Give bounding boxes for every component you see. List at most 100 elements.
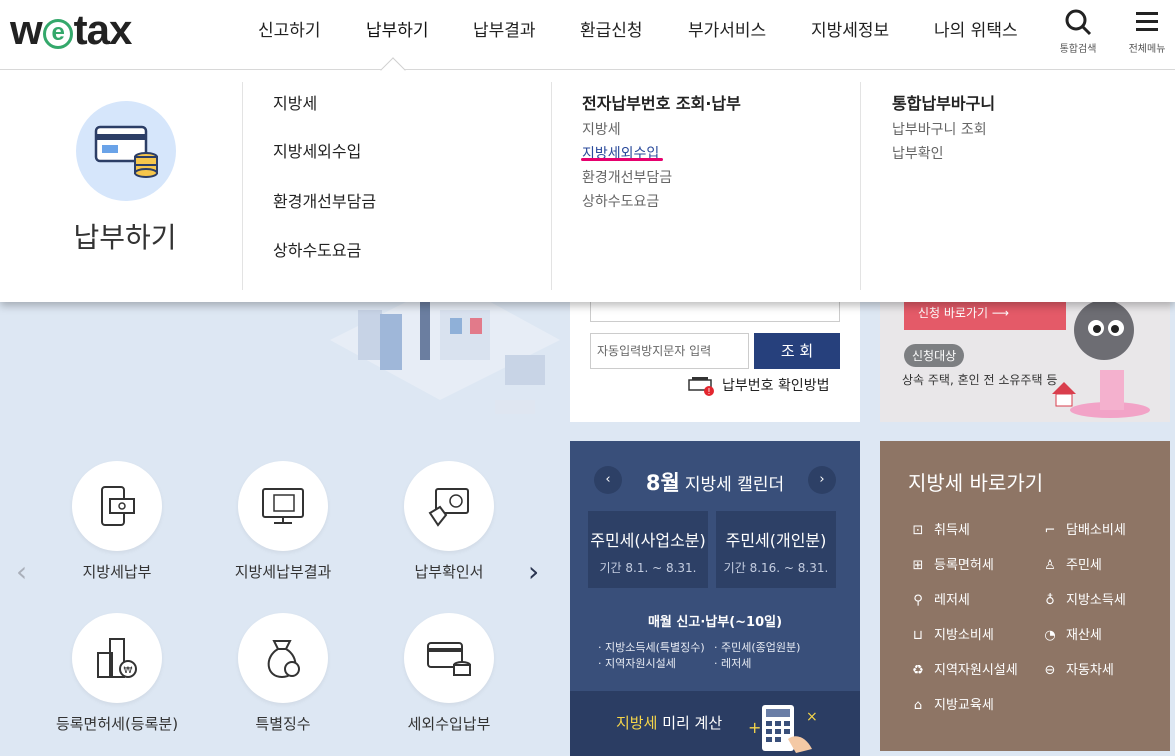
tax-simulator-link[interactable]: 지방세 미리 계산 + × (570, 691, 860, 756)
submenu-basket-view[interactable]: 납부바구니 조회 (892, 119, 987, 139)
building-coin-icon: ₩ (97, 638, 137, 678)
money-bag-icon: ♁ (1045, 593, 1055, 608)
service-non-tax-payment[interactable] (404, 613, 494, 703)
submenu-payment-confirm[interactable]: 납부확인 (892, 143, 944, 163)
divider (860, 82, 861, 290)
promo-banner: 신청 바로가기 ⟶ 신청대상 상속 주택, 혼인 전 소유주택 등 (880, 300, 1170, 422)
shortcut-leisure-tax[interactable]: ⚲ 레저세 (908, 589, 970, 608)
all-menu-button[interactable]: 전체메뉴 (1122, 8, 1172, 55)
monthly-heading: 매월 신고·납부(~10일) (647, 615, 783, 630)
menu-item-local-tax[interactable]: 지방세 (273, 90, 317, 114)
svg-text:₩: ₩ (124, 666, 133, 676)
service-special-collection[interactable] (238, 613, 328, 703)
shortcut-regional-resource-tax[interactable]: ♻ 지역자원시설세 (908, 659, 1018, 678)
menu-heading-e-payment[interactable]: 전자납부번호 조회·납부 (582, 90, 741, 114)
view-button[interactable]: 조 회 (754, 333, 840, 369)
shortcut-resident-tax[interactable]: ♙ 주민세 (1040, 554, 1102, 573)
receipt-alert-icon: ! (688, 377, 714, 396)
service-label: 지방세납부결과 (234, 563, 332, 581)
pie-chart-icon: ◔ (1044, 628, 1056, 643)
svg-text:!: ! (707, 387, 710, 396)
search-icon (1065, 9, 1092, 36)
monthly-item: · 지역자원시설세 (598, 657, 676, 670)
shortcut-education-tax[interactable]: ⌂ 지방교육세 (908, 694, 994, 713)
search-button[interactable]: 통합검색 (1053, 8, 1103, 55)
wetax-logo[interactable]: w e tax (10, 6, 132, 54)
card-coins-icon (427, 642, 471, 676)
active-underline (581, 158, 663, 161)
svg-text:+: + (748, 718, 761, 737)
nav-item-extra-services[interactable]: 부가서비스 (688, 16, 766, 41)
money-bag-icon (267, 640, 300, 679)
car-icon: ⊖ (1044, 663, 1056, 678)
menu-item-non-tax-revenue[interactable]: 지방세외수입 (273, 138, 361, 162)
submenu-local-tax[interactable]: 지방세 (582, 119, 621, 139)
shortcut-property-tax[interactable]: ◔ 재산세 (1040, 624, 1102, 643)
menu-item-water-fee[interactable]: 상하수도요금 (273, 237, 361, 261)
calendar-event-box[interactable]: 주민세(사업소분) 기간 8.1. ~ 8.31. (588, 511, 708, 588)
number-input[interactable] (590, 300, 840, 322)
prev-arrow-icon[interactable]: ‹ (16, 555, 27, 588)
shortcuts-title: 지방세 바로가기 (908, 471, 1044, 495)
simulator-label: 지방세 미리 계산 (616, 714, 723, 732)
menu-heading-basket[interactable]: 통합납부바구니 (892, 90, 995, 114)
hand-coupon-icon (428, 488, 469, 527)
cigarette-icon: ⌐ (1044, 523, 1056, 538)
help-link[interactable]: ! 납부번호 확인방법 (688, 375, 830, 396)
arrow-right-icon: ⟶ (991, 306, 1010, 320)
payment-icon-circle (76, 101, 176, 201)
tax-calendar-panel: ‹ 8월 지방세 캘린더 › 주민세(사업소분) 기간 8.1. ~ 8.31.… (570, 441, 860, 756)
submenu-water-fee[interactable]: 상하수도요금 (582, 191, 659, 211)
shortcut-registration-tax[interactable]: ⊞ 등록면허세 (908, 554, 994, 573)
cart-icon: ⊔ (912, 628, 924, 643)
calculator-icon: +× (748, 705, 818, 753)
payment-dropdown-menu: 납부하기 지방세 지방세외수입 환경개선부담금 상하수도요금 전자납부번호 조회… (0, 70, 1175, 302)
menu-item-environment-charge[interactable]: 환경개선부담금 (273, 188, 376, 212)
nav-item-payment[interactable]: 납부하기 (366, 16, 429, 41)
monitor-folder-icon (262, 488, 304, 524)
menu-section-title: 납부하기 (73, 221, 177, 254)
nav-item-refund[interactable]: 환급신청 (580, 16, 643, 41)
nav-item-tax-info[interactable]: 지방세정보 (811, 16, 889, 41)
phone-payment-icon (101, 486, 135, 526)
nav-item-payment-result[interactable]: 납부결과 (473, 16, 536, 41)
calendar-next-button[interactable]: › (808, 466, 836, 494)
target-badge: 신청대상 (904, 344, 965, 367)
top-header: w e tax 신고하기 납부하기 납부결과 환급신청 부가서비스 지방세정보 나의… (0, 0, 1175, 70)
service-label: 납부확인서 (414, 563, 484, 581)
local-tax-shortcuts: 지방세 바로가기 ⊡ 취득세 ⌐ 담배소비세 ⊞ 등록면허세 ♙ 주민세 ⚲ 레저세 ♁ 지… (880, 441, 1170, 751)
shortcut-vehicle-tax[interactable]: ⊖ 자동차세 (1040, 659, 1114, 678)
all-menu-label: 전체메뉴 (1128, 44, 1166, 55)
service-payment-result[interactable] (238, 461, 328, 551)
monthly-item: · 주민세(종업원분) (714, 641, 801, 654)
briefcase-icon: ⊡ (912, 523, 924, 538)
service-registration-license-tax[interactable]: ₩ (72, 613, 162, 703)
divider (551, 82, 552, 290)
city-illustration (330, 300, 560, 414)
nav-item-my-wetax[interactable]: 나의 위택스 (934, 16, 1018, 41)
promo-description: 상속 주택, 혼인 전 소유주택 등 (902, 373, 1058, 387)
service-local-tax-payment[interactable] (72, 461, 162, 551)
bicycle-icon: ⚲ (913, 593, 923, 608)
graduation-cap-icon: ⌂ (913, 698, 923, 713)
monthly-item: · 지방소득세(특별징수) (598, 641, 705, 654)
monthly-item: · 레저세 (714, 657, 752, 670)
service-label: 등록면허세(등록분) (55, 715, 179, 733)
captcha-input[interactable]: 자동입력방지문자 입력 (590, 333, 749, 369)
plus-doc-icon: ⊞ (912, 558, 924, 573)
shortcut-acquisition-tax[interactable]: ⊡ 취득세 (908, 519, 970, 538)
shortcut-tobacco-tax[interactable]: ⌐ 담배소비세 (1040, 519, 1126, 538)
shortcut-local-consumption-tax[interactable]: ⊔ 지방소비세 (908, 624, 994, 643)
shortcut-local-income-tax[interactable]: ♁ 지방소득세 (1040, 589, 1126, 608)
divider (242, 82, 243, 290)
card-coins-icon (94, 125, 158, 178)
nav-item-report[interactable]: 신고하기 (258, 16, 321, 41)
search-label: 통합검색 (1059, 44, 1097, 55)
service-payment-certificate[interactable] (404, 461, 494, 551)
svg-text:×: × (806, 709, 818, 725)
calendar-event-box[interactable]: 주민세(개인분) 기간 8.16. ~ 8.31. (716, 511, 836, 588)
hamburger-icon (1136, 12, 1158, 31)
recycle-icon: ♻ (912, 663, 924, 678)
person-icon: ♙ (1044, 558, 1056, 573)
submenu-environment-charge[interactable]: 환경개선부담금 (582, 167, 672, 187)
